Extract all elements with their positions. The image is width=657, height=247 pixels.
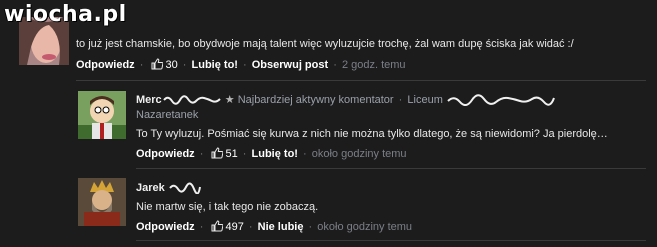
like-count: 497 (225, 221, 244, 233)
timestamp: 2 godz. temu (341, 59, 406, 71)
comment-text: to już jest chamskie, bo obydwoje mają t… (76, 38, 574, 50)
redacted-scribble-icon (162, 95, 221, 105)
reply-button[interactable]: Odpowiedz (136, 221, 195, 233)
comment-text: Nie martw się, i tak tego nie zobaczą. (136, 201, 319, 213)
divider (76, 80, 646, 81)
divider (136, 240, 646, 241)
avatar[interactable] (78, 91, 126, 139)
comment-actions: Odpowiedz · 30 · Lubię to! · Obserwuj po… (76, 58, 406, 73)
author-name[interactable]: Jarek (136, 182, 165, 194)
reply-button[interactable]: Odpowiedz (136, 148, 195, 160)
thumbs-up-icon[interactable] (211, 147, 224, 162)
thumbs-up-icon[interactable] (151, 58, 164, 73)
like-button[interactable]: Lubię to! (252, 148, 298, 160)
like-count: 30 (165, 59, 178, 71)
redacted-scribble-icon (447, 94, 555, 107)
like-count: 51 (225, 148, 238, 160)
timestamp: około godziny temu (317, 221, 413, 233)
avatar[interactable] (78, 178, 126, 226)
star-icon: ★ (224, 94, 235, 106)
unlike-button[interactable]: Nie lubię (258, 221, 304, 233)
school-label[interactable]: Liceum (407, 94, 442, 106)
redacted-scribble-icon (169, 182, 201, 195)
follow-post-button[interactable]: Obserwuj post (252, 59, 328, 71)
comment-header: Jarek (136, 182, 202, 195)
badge-label: Najbardziej aktywny komentator (237, 94, 394, 106)
timestamp: około godziny temu (311, 148, 407, 160)
comment-actions: Odpowiedz · 497 · Nie lubię · około godz… (136, 220, 413, 235)
location-label: Nazaretanek (136, 109, 199, 121)
watermark-logo: wiocha.pl (4, 2, 127, 27)
comment-actions: Odpowiedz · 51 · Lubię to! · około godzi… (136, 147, 407, 162)
comment-text: To Ty wyluzuj. Pośmiać się kurwa z nich … (136, 128, 608, 140)
thumbs-up-icon[interactable] (211, 220, 224, 235)
like-button[interactable]: Lubię to! (192, 59, 238, 71)
comment-header: Merc ★ Najbardziej aktywny komentator · … (136, 93, 556, 107)
author-name[interactable]: Merc (136, 94, 162, 106)
reply-button[interactable]: Odpowiedz (76, 59, 135, 71)
divider (136, 168, 646, 169)
